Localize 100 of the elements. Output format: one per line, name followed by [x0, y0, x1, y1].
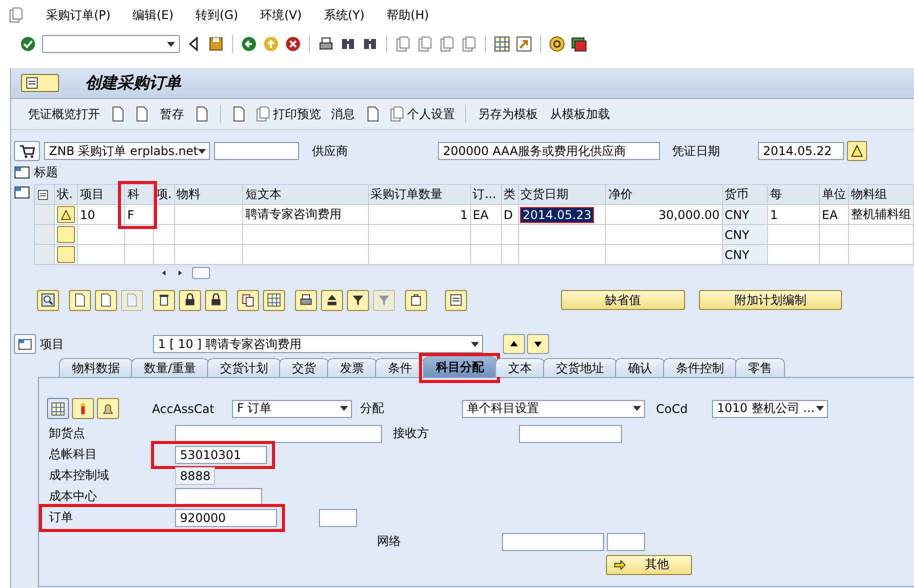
input-field[interactable] — [607, 532, 645, 550]
order-type-dropdown[interactable]: ZNB 采购订单 erplabs.net — [44, 142, 210, 160]
toolbar-icon[interactable] — [365, 106, 381, 122]
cost-center-field[interactable] — [175, 488, 262, 506]
toolbar-icon[interactable] — [231, 106, 247, 122]
tab[interactable]: 条件 — [375, 358, 426, 377]
table-tool-button[interactable] — [69, 290, 91, 310]
marker-button[interactable] — [72, 398, 94, 419]
column-header[interactable]: 短文本 — [242, 184, 368, 204]
save-icon[interactable] — [208, 36, 224, 52]
tab[interactable]: 交货计划 — [207, 358, 282, 377]
last-page-icon[interactable] — [461, 36, 477, 52]
table-cell[interactable]: 2014.05.23 — [520, 208, 594, 222]
vendor-field[interactable]: 200000 AAA服务或费用化供应商 — [438, 142, 660, 160]
check-icon[interactable] — [20, 36, 36, 52]
menu-item[interactable]: 转到(G) — [196, 6, 238, 24]
tab[interactable]: 发票 — [327, 358, 378, 377]
warning-button[interactable] — [847, 141, 867, 161]
toolbar-button[interactable]: 从模板加载 — [548, 106, 612, 122]
previous-page-icon[interactable] — [417, 36, 433, 52]
find-icon[interactable] — [340, 36, 356, 52]
account-category-dropdown[interactable]: F 订单 — [232, 400, 352, 418]
column-header[interactable]: 订... — [470, 184, 502, 204]
toolbar-icon[interactable] — [110, 106, 126, 122]
status-button[interactable] — [56, 206, 75, 223]
services-button[interactable] — [21, 74, 59, 92]
more-button[interactable]: 其他 — [606, 554, 692, 574]
column-header[interactable]: 物料 — [174, 184, 243, 204]
tab[interactable]: 文本 — [495, 358, 546, 377]
column-header[interactable]: 货币 — [722, 184, 768, 204]
document-date-field[interactable]: 2014.05.22 — [758, 142, 844, 160]
input-field[interactable] — [214, 142, 299, 160]
tab[interactable]: 数量/重量 — [131, 358, 210, 377]
shortcut-icon[interactable] — [516, 36, 532, 52]
tab[interactable]: 交货 — [279, 358, 330, 377]
table-tool-button[interactable] — [445, 290, 467, 310]
input-field[interactable] — [319, 508, 357, 526]
toolbar-button[interactable]: 凭证概览打开 — [26, 106, 102, 122]
table-tool-button[interactable] — [405, 290, 427, 310]
cancel-icon[interactable] — [285, 36, 301, 52]
next-item-button[interactable] — [527, 334, 549, 354]
toolbar-icon[interactable] — [194, 106, 210, 122]
toolbar-icon[interactable] — [134, 106, 150, 122]
toolbar-button[interactable]: 暂存 — [158, 106, 186, 122]
column-header[interactable]: 交货日期 — [518, 184, 606, 204]
order-field[interactable]: 920000 — [175, 508, 277, 526]
column-header[interactable]: 采购订单数量 — [368, 184, 470, 204]
new-session-icon[interactable] — [494, 36, 510, 52]
network-field[interactable] — [502, 532, 604, 550]
tab[interactable]: 物料数据 — [59, 358, 133, 377]
scroll-right-icon[interactable] — [176, 269, 184, 277]
window-menu-icon[interactable] — [8, 7, 24, 23]
column-header[interactable]: 净价 — [606, 184, 722, 204]
scroll-left-icon[interactable] — [160, 269, 168, 277]
header-toggle-icon[interactable] — [14, 164, 30, 180]
first-page-icon[interactable] — [395, 36, 411, 52]
tab[interactable]: 科目分配 — [423, 356, 498, 377]
table-tool-button[interactable] — [179, 290, 201, 310]
column-header[interactable]: 状. — [54, 184, 78, 204]
column-header[interactable]: 项目 — [77, 184, 125, 204]
item-dropdown[interactable]: 1 [ 10 ] 聘请专家咨询费用 — [153, 335, 483, 353]
table-tool-button[interactable] — [153, 290, 175, 310]
cart-button[interactable] — [14, 141, 40, 161]
select-all-icon[interactable] — [37, 188, 49, 200]
column-header[interactable]: 单位 — [819, 184, 848, 204]
column-header[interactable]: 物料组 — [848, 184, 914, 204]
menu-item[interactable]: 系统(Y) — [324, 6, 365, 24]
scroll-handle[interactable] — [192, 267, 210, 279]
table-tool-button[interactable] — [295, 290, 317, 310]
tab[interactable]: 确认 — [615, 358, 666, 377]
layout-icon[interactable] — [571, 36, 587, 52]
toolbar-button[interactable]: 消息 — [329, 106, 357, 122]
table-tool-button[interactable] — [237, 290, 259, 310]
bell-button[interactable] — [97, 398, 119, 419]
item-toggle-icon[interactable] — [14, 184, 30, 200]
recipient-field[interactable] — [519, 424, 622, 442]
tab[interactable]: 交货地址 — [543, 358, 618, 377]
distribution-dropdown[interactable]: 单个科目设置 — [462, 400, 645, 418]
find-next-icon[interactable] — [362, 36, 378, 52]
column-header[interactable]: 科 — [124, 184, 154, 204]
menu-item[interactable]: 环境(V) — [260, 6, 302, 24]
table-view-button[interactable] — [47, 398, 69, 419]
column-header[interactable]: 类 — [501, 184, 518, 204]
table-tool-button[interactable] — [205, 290, 227, 310]
command-field[interactable] — [42, 35, 180, 53]
previous-item-button[interactable] — [503, 334, 525, 354]
toolbar-button[interactable]: 另存为模板 — [476, 106, 540, 122]
gl-account-field[interactable]: 53010301 — [175, 446, 267, 464]
tab[interactable]: 零售 — [735, 358, 786, 377]
table-tool-button[interactable] — [263, 290, 285, 310]
toolbar-button[interactable]: 个人设置 — [389, 106, 455, 122]
table-tool-button[interactable] — [95, 290, 117, 310]
item-toggle-button[interactable] — [14, 334, 36, 354]
company-code-dropdown[interactable]: 1010 整机公司 ... — [712, 400, 828, 418]
table-tool-button[interactable] — [37, 290, 59, 310]
default-values-button[interactable]: 缺省值 — [561, 290, 685, 310]
toolbar-button[interactable]: 打印预览 — [255, 106, 321, 122]
tab[interactable]: 条件控制 — [663, 358, 738, 377]
back-icon[interactable] — [241, 36, 257, 52]
menu-item[interactable]: 编辑(E) — [132, 6, 174, 24]
